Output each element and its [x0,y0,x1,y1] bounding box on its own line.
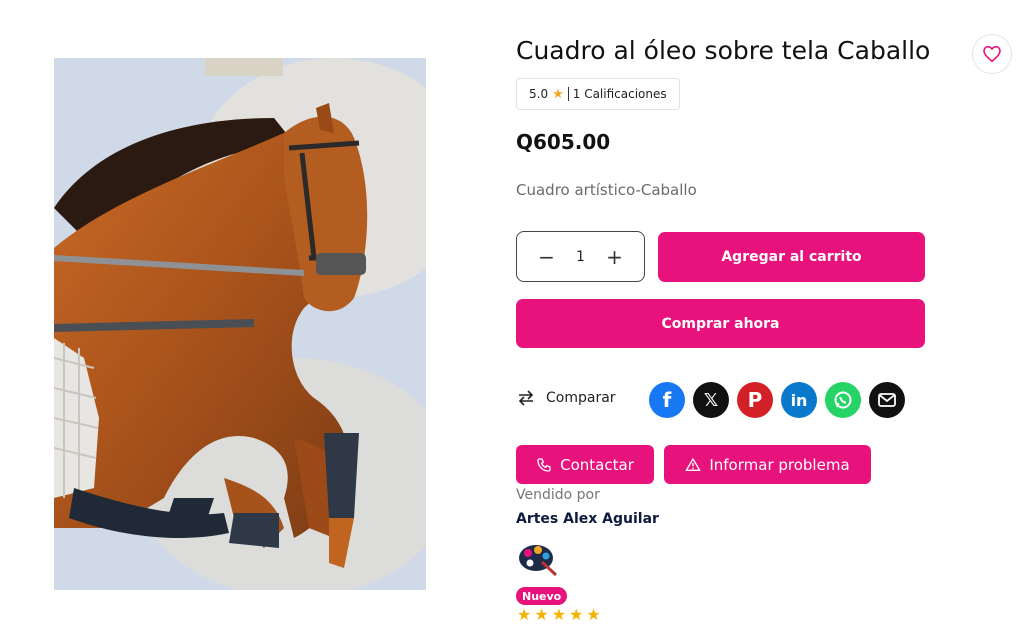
email-icon[interactable] [869,382,905,418]
seller-logo[interactable] [516,542,558,577]
swap-arrows-icon [518,390,534,406]
favorite-button[interactable] [972,34,1012,74]
rating-summary[interactable]: 5.0 ★ 1 Calificaciones [516,78,680,110]
quantity-value[interactable]: 1 [576,249,585,265]
warning-icon [686,457,701,471]
contact-button[interactable]: Contactar [516,445,654,484]
star-icon: ★ [517,605,532,624]
pinterest-icon[interactable]: P [737,382,773,418]
contact-label: Contactar [560,455,634,474]
seller-name[interactable]: Artes Alex Aguilar [516,511,659,527]
buy-now-button[interactable]: Comprar ahora [516,299,925,348]
compare-label: Comparar [546,390,616,406]
star-icon: ★ [552,86,564,102]
painting-tape [205,58,283,76]
product-price: Q605.00 [516,130,611,154]
star-icon: ★ [569,605,584,624]
star-icon: ★ [534,605,549,624]
seller-rating-stars: ★ ★ ★ ★ ★ [517,606,601,624]
x-icon[interactable]: 𝕏 [693,382,729,418]
product-title: Cuadro al óleo sobre tela Caballo [516,36,931,65]
report-label: Informar problema [709,455,850,474]
phone-icon [537,457,551,472]
facebook-icon[interactable]: f [649,382,685,418]
rating-count: 1 Calificaciones [572,87,667,101]
increase-quantity-button[interactable]: + [602,245,626,269]
sold-by-label: Vendido por [516,487,600,503]
decrease-quantity-button[interactable]: − [535,245,559,269]
new-seller-badge: Nuevo [516,587,568,605]
compare-button[interactable]: Comparar [516,390,616,406]
add-to-cart-button[interactable]: Agregar al carrito [658,232,925,282]
whatsapp-icon[interactable] [825,382,861,418]
star-icon: ★ [551,605,567,624]
product-description: Cuadro artístico-Caballo [516,181,697,199]
quantity-stepper[interactable]: − 1 + [516,231,645,282]
star-icon: ★ [586,605,601,624]
product-image[interactable] [54,58,426,590]
rating-value: 5.0 [529,87,549,101]
rating-divider [567,87,569,101]
share-buttons: f 𝕏 P in [649,382,905,418]
linkedin-icon[interactable]: in [781,382,817,418]
report-problem-button[interactable]: Informar problema [664,445,871,484]
heart-icon [983,46,1001,62]
